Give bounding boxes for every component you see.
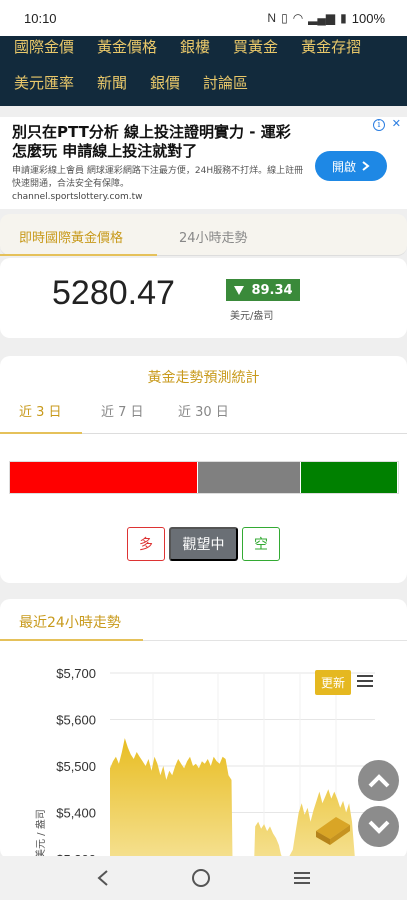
status-icons: N ▯ ◠ ▂▄▆ ▮ 100% [267,11,385,26]
vote-watch-button[interactable]: 觀望中 [169,527,238,561]
price-tabs: 即時國際黃金價格 24小時走勢 [0,214,407,256]
ad-info-icon[interactable]: i [373,119,385,131]
scroll-up-button[interactable] [358,760,399,801]
forecast-card: 黃金走勢預測統計 近 3 日 近 7 日 近 30 日 多 觀望中 空 [0,356,407,583]
ad-close-icon[interactable]: ✕ [392,117,401,130]
status-bar: 10:10 N ▯ ◠ ▂▄▆ ▮ 100% [0,0,407,36]
tab-3-days[interactable]: 近 3 日 [19,401,62,420]
vote-long-button[interactable]: 多 [127,527,165,561]
wifi-icon: ◠ [292,11,304,25]
nav-row-1: 國際金價 黃金價格 銀樓 買黃金 黃金存摺 [0,36,407,58]
y-axis-label: 美元 / 盎司 [34,809,47,859]
scroll-down-button[interactable] [358,806,399,847]
tab-underline [0,254,157,256]
chart-card: 最近24小時走勢 $5,700$5,600$5,500$5,400$5,300美… [0,599,407,859]
nav-item-r2-3[interactable]: 討論區 [203,72,248,93]
price-change-value: 89.34 [251,282,293,298]
y-tick-label: $5,600 [56,713,96,728]
vote-short-button[interactable]: 空 [242,527,280,561]
back-icon[interactable] [96,869,110,887]
forecast-tab-underline [0,432,82,434]
chart-update-button[interactable]: 更新 [315,670,351,695]
price-unit: 美元/盎司 [230,311,274,322]
y-tick-label: $5,400 [56,806,96,821]
distribution-segment-2 [300,462,398,493]
price-change-badge: 89.34 [226,279,300,301]
forecast-title: 黃金走勢預測統計 [147,370,260,386]
status-time: 10:10 [24,10,57,26]
nav-item-r1-0[interactable]: 國際金價 [14,36,74,57]
forecast-distribution-bar [9,461,399,494]
nfc-icon: N [267,11,277,25]
distribution-segment-0 [10,462,199,493]
tab-realtime-price[interactable]: 即時國際黃金價格 [19,227,123,246]
nav-item-r1-2[interactable]: 銀樓 [180,36,210,57]
tab-30-days[interactable]: 近 30 日 [178,401,229,420]
chevron-up-icon [368,773,389,787]
nav-item-r1-4[interactable]: 黃金存摺 [301,36,361,57]
signal-icon: ▂▄▆ [308,11,336,25]
recents-icon[interactable] [292,870,312,886]
ad-banner[interactable]: 別只在PTT分析 線上投注證明實力 - 運彩怎麼玩 申請線上投注就對了 申請運彩… [0,117,407,209]
system-nav-bar [0,856,407,900]
nav-item-r1-1[interactable]: 黃金價格 [97,36,157,57]
battery-level: 100% [351,10,385,26]
ad-url: channel.sportslottery.com.tw [12,192,143,202]
gold-price: 5280.47 [52,274,175,312]
chevron-right-icon [362,161,370,171]
chevron-down-icon [368,820,389,834]
ad-title[interactable]: 別只在PTT分析 線上投注證明實力 - 運彩怎麼玩 申請線上投注就對了 [12,123,302,161]
home-icon[interactable] [191,868,211,888]
ad-description: 申請運彩線上會員 網球運彩網路下注最方便，24H服務不打烊。線上註冊快速開通，合… [12,166,304,189]
nav-item-r1-3[interactable]: 買黃金 [233,36,278,57]
y-tick-label: $5,700 [56,666,96,681]
nav-item-r2-0[interactable]: 美元匯率 [14,72,74,93]
price-card: 5280.47 89.34 美元/盎司 [0,258,407,338]
vibrate-icon: ▯ [281,11,288,25]
site-nav: 國際金價 黃金價格 銀樓 買黃金 黃金存摺 美元匯率 新聞 銀價 討論區 [0,36,407,106]
nav-row-2: 美元匯率 新聞 銀價 討論區 [0,66,407,99]
chart-menu-icon[interactable] [357,675,373,690]
distribution-segment-1 [198,462,301,493]
tab-24h-trend[interactable]: 24小時走勢 [179,227,248,246]
nav-item-r2-1[interactable]: 新聞 [97,72,127,93]
nav-item-r2-2[interactable]: 銀價 [150,72,180,93]
ad-open-button[interactable]: 開啟 [315,151,387,181]
battery-icon: ▮ [340,11,347,25]
tab-7-days[interactable]: 近 7 日 [101,401,144,420]
price-area-series [110,738,355,859]
down-arrow-icon [234,285,245,295]
chart-title: 最近24小時走勢 [19,615,121,631]
y-tick-label: $5,500 [56,759,96,774]
ad-open-label: 開啟 [331,159,356,174]
